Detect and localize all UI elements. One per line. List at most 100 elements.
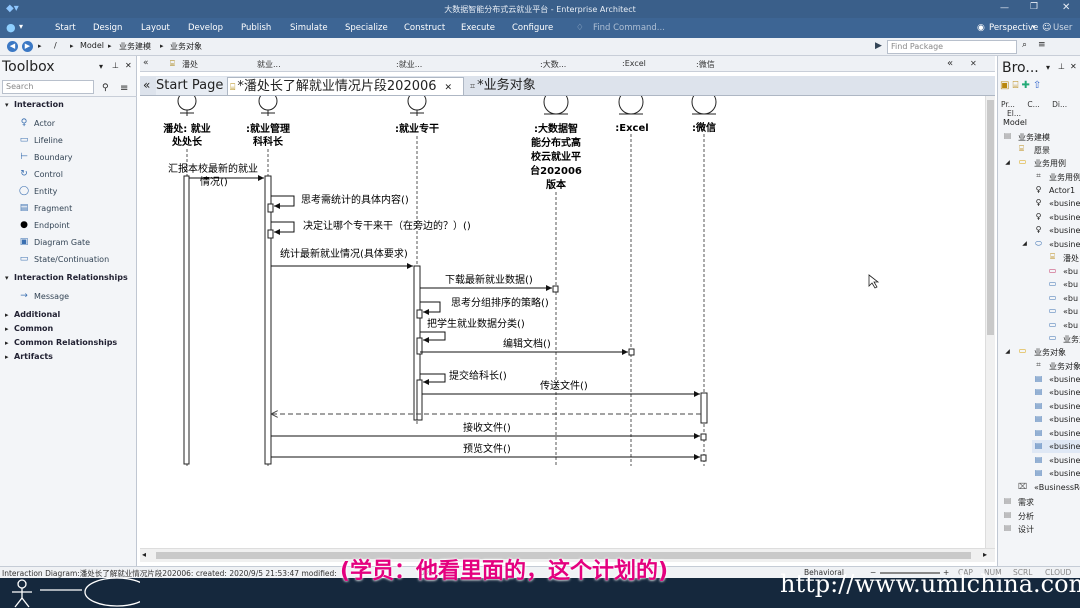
menu-develop[interactable]: Develop — [188, 23, 223, 33]
actor-figure-clerk[interactable] — [407, 96, 427, 116]
breadcrumb-business-objects[interactable]: 业务对象 — [170, 41, 202, 52]
tabs-scroll-left-icon[interactable]: « — [143, 78, 150, 92]
tree-lifeline-2[interactable]: «bu — [1063, 280, 1078, 289]
tool-endpoint[interactable]: Endpoint — [34, 221, 70, 230]
tool-boundary[interactable]: Boundary — [34, 153, 73, 162]
search-icon[interactable]: ⌕ — [1022, 40, 1027, 50]
message-arrow-self-3[interactable] — [420, 301, 441, 315]
find-package-input[interactable]: Find Package — [887, 40, 1017, 54]
browser-tab-context[interactable]: C... — [1027, 100, 1039, 109]
tree-lifeline-6[interactable]: 业务对象 — [1063, 334, 1080, 345]
close-button[interactable]: ✕ — [1062, 2, 1070, 13]
new-package-icon[interactable]: ▣ — [1000, 80, 1009, 91]
expand-arrow-icon[interactable]: ◢ — [1003, 159, 1012, 167]
tree-lifeline-5[interactable]: «bu — [1063, 321, 1078, 330]
tree-design[interactable]: 设计 — [1018, 524, 1034, 535]
tree-business-actor-2[interactable]: «busine — [1049, 213, 1080, 222]
tree-business-entity-5[interactable]: «busine — [1049, 429, 1080, 438]
message-arrow-self-2[interactable] — [271, 221, 295, 235]
tree-lifeline-1[interactable]: «bu — [1063, 267, 1078, 276]
pin-icon[interactable]: ⊥ — [112, 61, 119, 70]
tree-business-actor-1[interactable]: «busine — [1049, 199, 1080, 208]
menu-start[interactable]: Start — [55, 23, 76, 33]
scroll-left-icon[interactable]: ◂ — [142, 550, 146, 559]
message-arrow-self-5[interactable] — [420, 373, 446, 385]
actor-figure-manager[interactable] — [258, 96, 278, 116]
strip-lifeline-5[interactable]: :Excel — [622, 59, 646, 68]
tab-business-objects[interactable]: ⌗ *业务对象 — [470, 77, 590, 95]
tool-state-continuation[interactable]: State/Continuation — [34, 255, 109, 264]
section-common-relationships[interactable]: Common Relationships — [14, 338, 117, 347]
strip-lifeline-4[interactable]: :大数... — [540, 59, 566, 70]
scroll-right-icon[interactable]: ▸ — [983, 550, 987, 559]
section-additional[interactable]: Additional — [14, 310, 60, 319]
toolbox-search-input[interactable]: Search — [2, 80, 94, 94]
perspective-icon[interactable]: ◉ — [977, 23, 985, 33]
forward-icon[interactable]: ▶ — [22, 41, 33, 52]
tree-business-entity-6[interactable]: «busine — [1049, 442, 1080, 451]
app-menu-dropdown-icon[interactable]: ▾ — [19, 22, 23, 31]
tree-lifeline-3[interactable]: «bu — [1063, 294, 1078, 303]
message-arrow-self-4[interactable] — [420, 331, 446, 343]
user-icon[interactable]: ☺ — [1042, 23, 1051, 33]
tree-lifeline-4[interactable]: «bu — [1063, 307, 1078, 316]
package-menu-icon[interactable]: ≡ — [1038, 40, 1046, 50]
find-icon[interactable]: ⚲ — [102, 83, 109, 93]
menu-layout[interactable]: Layout — [141, 23, 170, 33]
expand-icon[interactable]: ▸ — [5, 339, 9, 347]
history-dropdown-icon[interactable]: ▸ — [38, 42, 42, 50]
toolbox-close-icon[interactable]: ✕ — [125, 61, 132, 70]
diagram-canvas[interactable]: 潘处: 就业 处处长 :就业管理 科科长 :就业专干 :大数据智 能分布式高 校… — [140, 96, 985, 548]
tree-model[interactable]: Model — [1003, 118, 1027, 127]
expand-arrow-icon[interactable]: ◢ — [1020, 240, 1029, 248]
tree-business-entity-7[interactable]: «busine — [1049, 456, 1080, 465]
tree-business-usecase-item[interactable]: «busine — [1049, 240, 1080, 249]
sequence-diagram[interactable]: 潘处: 就业 处处长 :就业管理 科科长 :就业专干 :大数据智 能分布式高 校… — [140, 96, 985, 548]
menu-simulate[interactable]: Simulate — [290, 23, 328, 33]
tool-control[interactable]: Control — [34, 170, 63, 179]
expand-icon[interactable]: ▸ — [5, 325, 9, 333]
strip-lifeline-1[interactable]: 潘处 — [182, 59, 198, 70]
app-menu-icon[interactable]: ● — [6, 21, 16, 34]
menu-execute[interactable]: Execute — [461, 23, 495, 33]
vertical-scrollbar[interactable] — [985, 96, 995, 548]
move-up-icon[interactable]: ⇧ — [1033, 80, 1041, 91]
message-arrow-self-1[interactable] — [271, 195, 295, 209]
boundary-figure-wechat[interactable] — [691, 96, 717, 115]
tree-business-rule[interactable]: «BusinessRe — [1034, 483, 1080, 492]
tree-pan-diagram[interactable]: 潘处 — [1063, 253, 1079, 264]
expand-arrow-icon[interactable]: ◢ — [1003, 348, 1012, 356]
tab-scroll-left-icon[interactable]: « — [947, 58, 953, 69]
menu-publish[interactable]: Publish — [241, 23, 271, 33]
new-element-icon[interactable]: ✚ — [1021, 80, 1029, 91]
browser-pin-icon[interactable]: ⊥ — [1058, 62, 1065, 71]
tab-close-icon[interactable]: ✕ — [970, 59, 977, 68]
boundary-figure-platform[interactable] — [543, 96, 569, 115]
boundary-figure-excel[interactable] — [618, 96, 644, 115]
collapse-icon[interactable]: ▾ — [5, 101, 9, 109]
collapse-left-icon[interactable]: « — [143, 58, 149, 68]
back-icon[interactable]: ◀ — [7, 41, 18, 52]
tree-business-usecase[interactable]: 业务用例 — [1034, 158, 1066, 169]
expand-icon[interactable]: ▸ — [5, 311, 9, 319]
section-common[interactable]: Common — [14, 324, 53, 333]
tree-business-entity-1[interactable]: «busine — [1049, 375, 1080, 384]
menu-specialize[interactable]: Specialize — [345, 23, 388, 33]
tree-business-modeling[interactable]: 业务建模 — [1018, 132, 1050, 143]
tab-close-icon[interactable]: ✕ — [445, 83, 453, 93]
toolbox-menu-icon[interactable]: ≡ — [120, 83, 128, 94]
minimize-button[interactable]: — — [1000, 3, 1009, 13]
toolbox-dropdown-icon[interactable]: ▾ — [99, 62, 103, 71]
tool-fragment[interactable]: Fragment — [34, 204, 72, 213]
browser-tab-diagram[interactable]: Di... — [1052, 100, 1067, 109]
user-name[interactable]: User — [1053, 23, 1072, 33]
menu-construct[interactable]: Construct — [404, 23, 445, 33]
tree-business-usecase-diagram[interactable]: 业务用例 — [1049, 172, 1080, 183]
vertical-scroll-thumb[interactable] — [987, 100, 994, 335]
tool-entity[interactable]: Entity — [34, 187, 57, 196]
strip-lifeline-6[interactable]: :微信 — [696, 59, 715, 70]
tree-business-objects[interactable]: 业务对象 — [1034, 347, 1066, 358]
find-command-input[interactable]: Find Command... — [593, 23, 665, 33]
tool-message[interactable]: Message — [34, 292, 69, 301]
tree-vision[interactable]: 愿景 — [1034, 145, 1050, 156]
